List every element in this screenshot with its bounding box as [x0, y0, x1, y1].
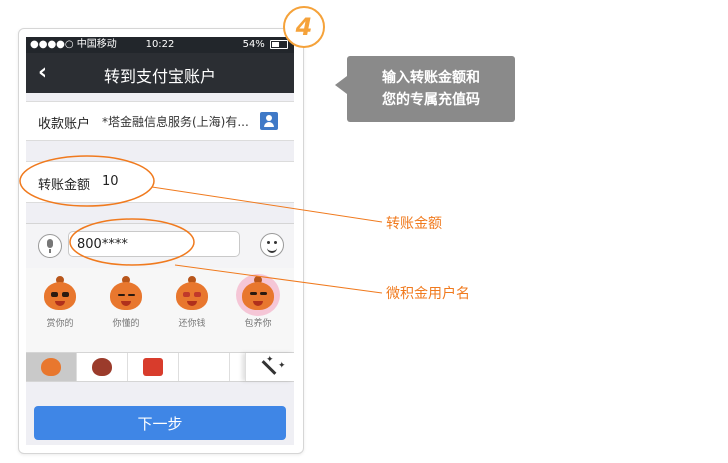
callout-username-label: 微积金用户名 [386, 286, 470, 302]
instruction-tooltip: 输入转账金额和 您的专属充值码 [335, 56, 515, 122]
contact-book-icon[interactable] [260, 112, 278, 130]
sticker-tab[interactable] [26, 353, 77, 381]
recipient-value: *塔金融信息服务(上海)有... [102, 115, 249, 129]
sparkle-icon: ✦ [278, 361, 286, 371]
sticker-tab[interactable] [77, 353, 128, 381]
amount-value[interactable]: 10 [102, 174, 119, 189]
tooltip-line-1: 输入转账金额和 [382, 70, 480, 86]
sticker-item[interactable]: 赏你的 [30, 274, 90, 338]
sticker-item[interactable]: 还你钱 [162, 274, 222, 338]
battery-icon [270, 39, 288, 49]
sticker-character-icon [174, 274, 210, 314]
sticker-pack-icon [143, 358, 163, 376]
amount-label: 转账金额 [38, 178, 91, 193]
sticker-caption: 还你钱 [178, 319, 206, 329]
message-input[interactable] [68, 231, 240, 257]
tooltip-line-2: 您的专属充值码 [382, 92, 480, 108]
sticker-caption: 赏你的 [46, 319, 74, 329]
next-step-button[interactable]: 下一步 [34, 406, 286, 440]
sticker-caption: 你懂的 [112, 319, 140, 329]
sticker-panel: 赏你的 你懂的 还你钱 包养你 [26, 268, 294, 357]
sticker-item[interactable]: 包养你 [228, 274, 288, 338]
recipient-label: 收款账户 [38, 117, 91, 132]
emoji-icon[interactable] [260, 233, 284, 257]
status-bar: ●●●●○ 中国移动 10:22 54% [26, 37, 294, 53]
sticker-tab[interactable] [128, 353, 179, 381]
sticker-character-icon [236, 274, 280, 316]
sticker-character-icon [42, 274, 78, 314]
sticker-pack-icon [92, 358, 112, 376]
battery-status: 54% [243, 37, 288, 53]
nav-bar: ‹ 转到支付宝账户 [26, 53, 294, 93]
sticker-pack-icon [41, 358, 61, 376]
phone-screen: ●●●●○ 中国移动 10:22 54% ‹ 转到支付宝账户 收款账户 *塔金融… [26, 37, 294, 445]
sparkle-icon: ✦ [266, 355, 274, 365]
page-title: 转到支付宝账户 [103, 67, 216, 86]
sticker-caption: 包养你 [244, 319, 272, 329]
microphone-icon[interactable] [38, 234, 62, 258]
recipient-row[interactable]: 收款账户 *塔金融信息服务(上海)有... [26, 101, 294, 141]
callout-amount-label: 转账金额 [386, 216, 442, 232]
magic-wand-button[interactable]: ✦ ✦ [245, 353, 294, 381]
sticker-character-icon [108, 274, 144, 314]
sticker-item[interactable]: 你懂的 [96, 274, 156, 338]
message-input-bar [26, 223, 294, 269]
battery-percent: 54% [242, 39, 265, 50]
sticker-tab[interactable] [179, 353, 230, 381]
sticker-tab-bar: ✦ ✦ [26, 352, 294, 382]
amount-row[interactable]: 转账金额 10 [26, 161, 294, 203]
step-number-badge: 4 [283, 6, 325, 48]
